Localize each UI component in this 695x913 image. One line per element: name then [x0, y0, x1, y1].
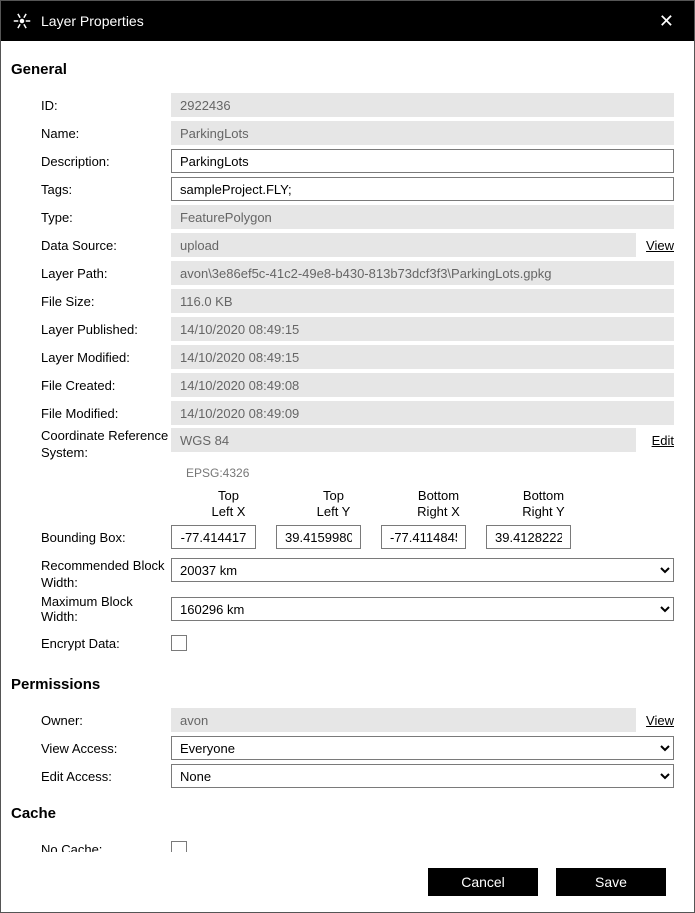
bbox-tlx-input[interactable]: [171, 525, 256, 549]
label-max-block: Maximum Block Width:: [11, 594, 171, 624]
view-access-select[interactable]: Everyone: [171, 736, 674, 760]
label-owner: Owner:: [11, 713, 171, 728]
description-input[interactable]: [171, 149, 674, 173]
label-layer-published: Layer Published:: [11, 322, 171, 337]
bbox-headers: TopLeft X TopLeft Y BottomRight X Bottom…: [186, 488, 674, 521]
titlebar: Layer Properties ✕: [1, 1, 694, 41]
field-file-size: 116.0 KB: [171, 289, 674, 313]
rec-block-select[interactable]: 20037 km: [171, 558, 674, 582]
field-crs: WGS 84: [171, 428, 636, 452]
close-button[interactable]: ✕: [651, 8, 682, 34]
section-general: General: [11, 61, 674, 78]
epsg-code: EPSG:4326: [186, 466, 674, 480]
tags-input[interactable]: [171, 177, 674, 201]
label-description: Description:: [11, 154, 171, 169]
window-title: Layer Properties: [41, 13, 144, 29]
label-name: Name:: [11, 126, 171, 141]
field-owner: avon: [171, 708, 636, 732]
app-logo-icon: [13, 12, 31, 30]
content-scroll[interactable]: General ID: 2922436 Name: ParkingLots De…: [1, 41, 694, 852]
label-no-cache: No Cache:: [11, 842, 171, 852]
label-view-access: View Access:: [11, 741, 171, 756]
crs-edit-link[interactable]: Edit: [644, 433, 674, 448]
edit-access-select[interactable]: None: [171, 764, 674, 788]
label-edit-access: Edit Access:: [11, 769, 171, 784]
bbox-brx-input[interactable]: [381, 525, 466, 549]
label-encrypt: Encrypt Data:: [11, 636, 171, 651]
data-source-view-link[interactable]: View: [644, 238, 674, 253]
field-layer-modified: 14/10/2020 08:49:15: [171, 345, 674, 369]
label-file-modified: File Modified:: [11, 406, 171, 421]
field-data-source: upload: [171, 233, 636, 257]
footer: Cancel Save: [1, 852, 694, 912]
label-file-created: File Created:: [11, 378, 171, 393]
field-name: ParkingLots: [171, 121, 674, 145]
label-layer-path: Layer Path:: [11, 266, 171, 281]
label-crs: Coordinate Reference System:: [11, 428, 171, 462]
save-button[interactable]: Save: [556, 868, 666, 896]
bbox-bry-input[interactable]: [486, 525, 571, 549]
field-layer-published: 14/10/2020 08:49:15: [171, 317, 674, 341]
label-layer-modified: Layer Modified:: [11, 350, 171, 365]
layer-properties-window: Layer Properties ✕ General ID: 2922436 N…: [0, 0, 695, 913]
field-file-modified: 14/10/2020 08:49:09: [171, 401, 674, 425]
owner-view-link[interactable]: View: [644, 713, 674, 728]
label-tags: Tags:: [11, 182, 171, 197]
encrypt-checkbox[interactable]: [171, 635, 187, 651]
label-file-size: File Size:: [11, 294, 171, 309]
label-id: ID:: [11, 98, 171, 113]
label-bbox: Bounding Box:: [11, 530, 171, 545]
field-layer-path: avon\3e86ef5c-41c2-49e8-b430-813b73dcf3f…: [171, 261, 674, 285]
cancel-button[interactable]: Cancel: [428, 868, 538, 896]
section-cache: Cache: [11, 805, 674, 822]
label-type: Type:: [11, 210, 171, 225]
label-data-source: Data Source:: [11, 238, 171, 253]
section-permissions: Permissions: [11, 676, 674, 693]
bbox-tly-input[interactable]: [276, 525, 361, 549]
field-file-created: 14/10/2020 08:49:08: [171, 373, 674, 397]
max-block-select[interactable]: 160296 km: [171, 597, 674, 621]
field-type: FeaturePolygon: [171, 205, 674, 229]
field-id: 2922436: [171, 93, 674, 117]
no-cache-checkbox[interactable]: [171, 841, 187, 852]
label-rec-block: Recommended Block Width:: [11, 558, 171, 592]
